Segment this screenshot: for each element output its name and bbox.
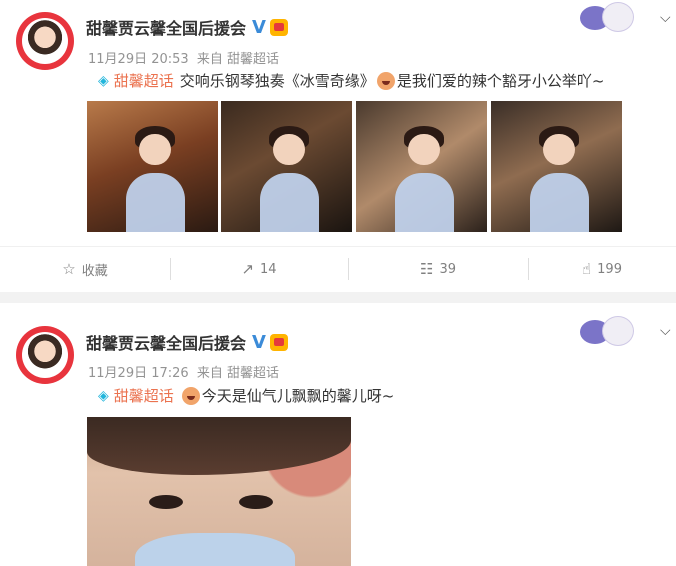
- post-meta: 11月29日 20:53 来自 甜馨超话: [88, 48, 279, 67]
- post-text-part-2: 今天是仙气儿飘飘的馨儿呀~: [201, 387, 395, 405]
- author-name[interactable]: 甜馨贾云馨全国后援会: [86, 330, 246, 354]
- member-crown-icon: [269, 18, 288, 36]
- repost-icon: ↗: [241, 260, 255, 278]
- like-button[interactable]: ☝ 199: [528, 247, 676, 291]
- comment-icon: ☷: [420, 260, 434, 278]
- post-text: ◈ 甜馨超话 今天是仙气儿飘飘的馨儿呀~: [98, 385, 394, 406]
- photo-detail: [87, 417, 351, 475]
- avatar[interactable]: [16, 326, 74, 384]
- post-source: 来自 甜馨超话: [196, 52, 279, 67]
- member-crown-icon: [269, 333, 288, 351]
- post-photo-2[interactable]: [221, 101, 352, 232]
- post-text-part-1: 交响乐钢琴独奏《冰雪奇缘》: [179, 72, 375, 90]
- sticker-figure-b: [602, 316, 634, 346]
- photo-detail: [135, 533, 295, 566]
- avatar-photo: [22, 332, 68, 378]
- weibo-post-1: 甜馨贾云馨全国后援会 V 11月29日 20:53 来自 甜馨超话 ⌵ ◈ 甜馨…: [0, 0, 676, 292]
- author-row: 甜馨贾云馨全国后援会 V: [86, 15, 288, 39]
- laugh-emoji-icon: [376, 71, 395, 90]
- topic-diamond-icon: ◈: [98, 387, 109, 404]
- avatar[interactable]: [16, 12, 74, 70]
- favorite-label: 收藏: [81, 263, 108, 279]
- star-icon: ☆: [62, 260, 76, 278]
- post-time[interactable]: 11月29日 17:26: [88, 366, 189, 381]
- photo-detail: [126, 173, 186, 232]
- photo-detail: [543, 133, 575, 166]
- verified-badge-icon: V: [252, 16, 266, 38]
- card-sticker: [580, 2, 636, 32]
- photo-detail: [149, 495, 183, 509]
- avatar-photo: [22, 18, 68, 64]
- post-photo-1[interactable]: [87, 101, 218, 232]
- favorite-button[interactable]: ☆ 收藏: [0, 247, 170, 291]
- card-sticker: [580, 316, 636, 346]
- action-bar: ☆ 收藏 ↗ 14 ☷ 39 ☝ 199: [0, 246, 676, 291]
- verified-badge-icon: V: [252, 331, 266, 353]
- post-photo-3[interactable]: [356, 101, 487, 232]
- photo-detail: [260, 173, 320, 232]
- post-photo-1[interactable]: [87, 417, 351, 566]
- photo-detail: [530, 173, 590, 232]
- like-count: 199: [597, 261, 622, 277]
- sticker-figure-b: [602, 2, 634, 32]
- post-photo-4[interactable]: [491, 101, 622, 232]
- author-name[interactable]: 甜馨贾云馨全国后援会: [86, 15, 246, 39]
- topic-diamond-icon: ◈: [98, 72, 109, 89]
- repost-button[interactable]: ↗ 14: [170, 247, 348, 291]
- comment-count: 39: [439, 261, 456, 277]
- photo-detail: [139, 133, 171, 166]
- laugh-emoji-icon: [181, 386, 200, 405]
- topic-link[interactable]: 甜馨超话: [114, 385, 174, 406]
- post-text: ◈ 甜馨超话 交响乐钢琴独奏《冰雪奇缘》 是我们爱的辣个豁牙小公举吖~: [98, 70, 604, 91]
- repost-count: 14: [260, 261, 277, 277]
- author-row: 甜馨贾云馨全国后援会 V: [86, 330, 288, 354]
- photo-detail: [239, 495, 273, 509]
- photo-detail: [408, 133, 440, 166]
- thumbs-up-icon: ☝: [582, 260, 592, 278]
- chevron-down-icon[interactable]: ⌵: [660, 10, 671, 26]
- post-source: 来自 甜馨超话: [196, 366, 279, 381]
- photo-detail: [395, 173, 455, 232]
- topic-link[interactable]: 甜馨超话: [114, 70, 174, 91]
- comment-button[interactable]: ☷ 39: [348, 247, 528, 291]
- feed-divider: [0, 292, 676, 303]
- weibo-post-2: 甜馨贾云馨全国后援会 V 11月29日 17:26 来自 甜馨超话 ⌵ ◈ 甜馨…: [0, 303, 676, 566]
- chevron-down-icon[interactable]: ⌵: [660, 323, 671, 339]
- post-meta: 11月29日 17:26 来自 甜馨超话: [88, 362, 279, 381]
- photo-detail: [273, 133, 305, 166]
- post-time[interactable]: 11月29日 20:53: [88, 52, 189, 67]
- post-text-part-2: 是我们爱的辣个豁牙小公举吖~: [396, 72, 605, 90]
